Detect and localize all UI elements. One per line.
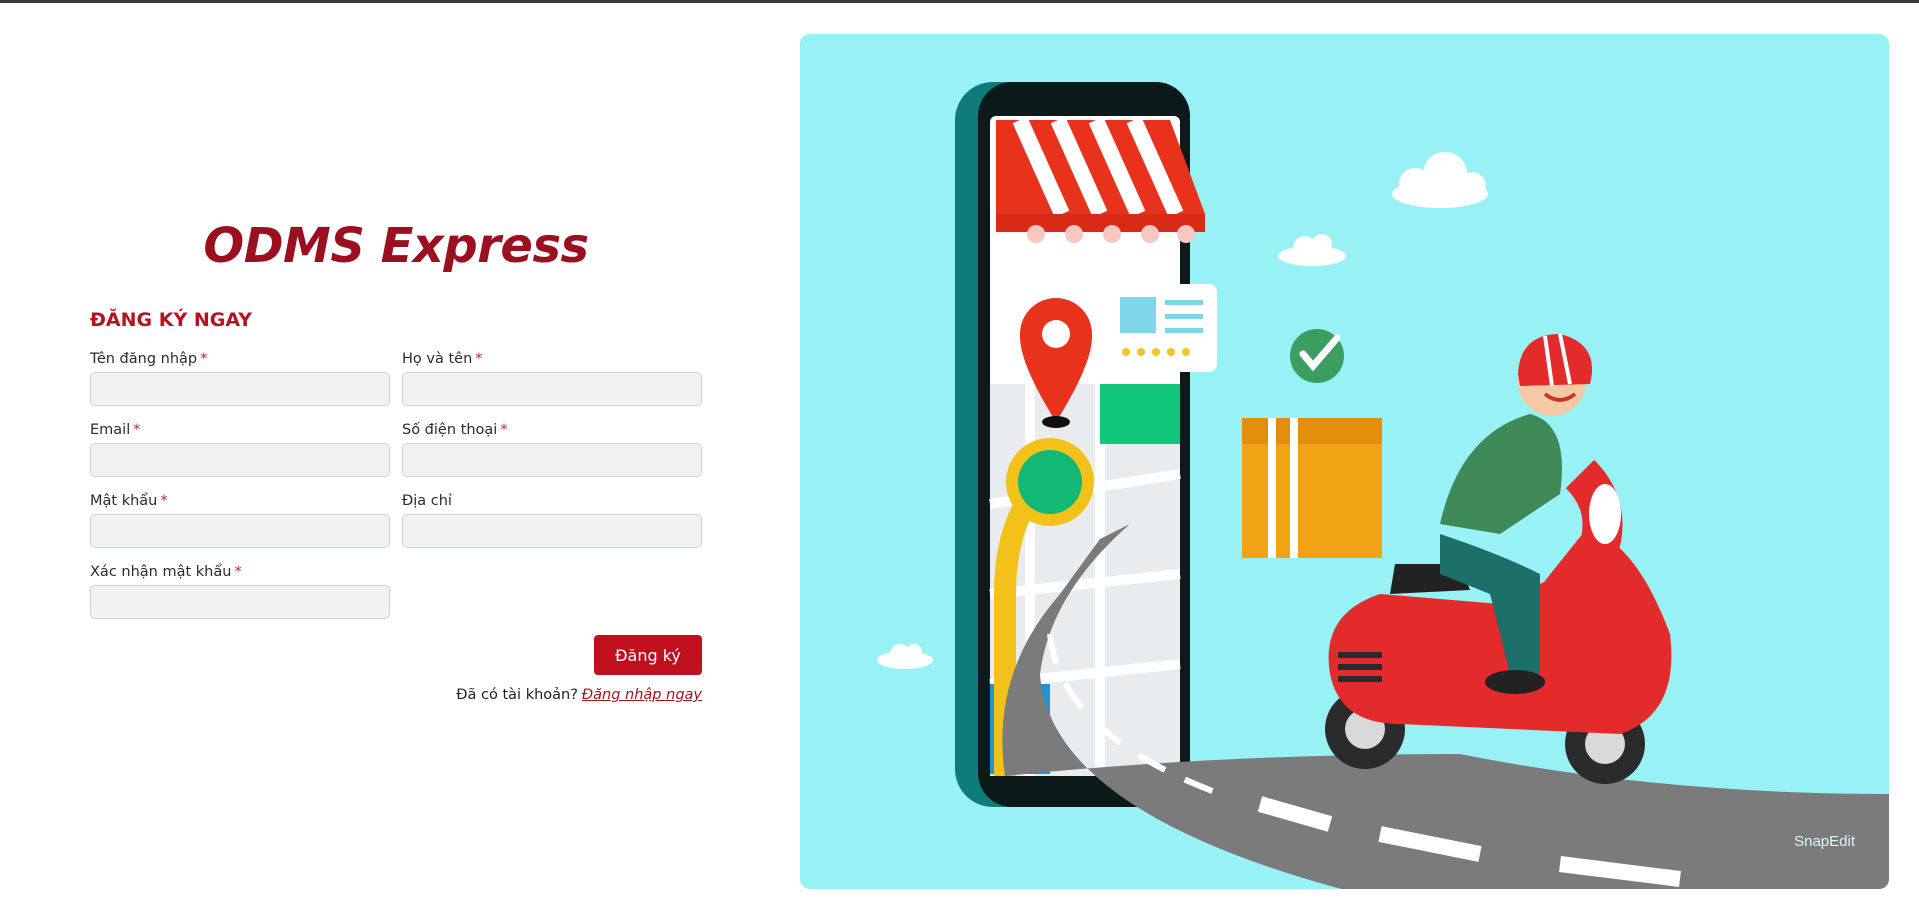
phone-label: Số điện thoại * bbox=[402, 422, 508, 438]
password-label: Mật khẩu * bbox=[90, 493, 168, 509]
watermark-text: SnapEdit bbox=[1794, 833, 1856, 850]
fullname-input[interactable] bbox=[402, 372, 702, 406]
hero-illustration: SnapEdit bbox=[800, 34, 1889, 889]
delivery-scooter-icon bbox=[1325, 333, 1672, 784]
login-prompt: Đã có tài khoản? bbox=[456, 687, 578, 703]
address-field-group: Địa chỉ bbox=[402, 491, 702, 548]
username-label: Tên đăng nhập * bbox=[90, 351, 208, 367]
required-mark: * bbox=[475, 351, 483, 367]
address-input[interactable] bbox=[402, 514, 702, 548]
required-mark: * bbox=[133, 422, 141, 438]
brand-title: ODMS Express bbox=[203, 218, 589, 274]
confirm-password-input[interactable] bbox=[90, 585, 390, 619]
login-prompt-line: Đã có tài khoản? Đăng nhập ngay bbox=[90, 687, 702, 703]
required-mark: * bbox=[500, 422, 508, 438]
email-field-group: Email * bbox=[90, 420, 390, 477]
email-label: Email * bbox=[90, 422, 141, 438]
login-link[interactable]: Đăng nhập ngay bbox=[582, 687, 702, 703]
required-mark: * bbox=[234, 564, 242, 580]
form-actions: Đăng ký bbox=[90, 635, 702, 675]
register-button[interactable]: Đăng ký bbox=[594, 635, 702, 675]
product-card-icon bbox=[1107, 284, 1217, 372]
checkmark-badge-icon bbox=[1290, 329, 1344, 383]
username-field-group: Tên đăng nhập * bbox=[90, 349, 390, 406]
required-mark: * bbox=[200, 351, 208, 367]
email-input[interactable] bbox=[90, 443, 390, 477]
phone-field-group: Số điện thoại * bbox=[402, 420, 702, 477]
fullname-field-group: Họ và tên * bbox=[402, 349, 702, 406]
address-label: Địa chỉ bbox=[402, 493, 452, 509]
confirm-password-field-group: Xác nhận mật khẩu * bbox=[90, 562, 390, 619]
register-form: Tên đăng nhập * Họ và tên * Email * Số điện… bbox=[90, 349, 702, 619]
username-input[interactable] bbox=[90, 372, 390, 406]
phone-input[interactable] bbox=[402, 443, 702, 477]
delivery-illustration: SnapEdit bbox=[877, 82, 1889, 889]
required-mark: * bbox=[160, 493, 168, 509]
confirm-password-label: Xác nhận mật khẩu * bbox=[90, 564, 242, 580]
package-box-icon bbox=[1242, 418, 1382, 558]
form-heading: ĐĂNG KÝ NGAY bbox=[90, 309, 252, 331]
password-input[interactable] bbox=[90, 514, 390, 548]
register-panel: ODMS Express ĐĂNG KÝ NGAY Tên đăng nhập *… bbox=[90, 215, 702, 703]
fullname-label: Họ và tên * bbox=[402, 351, 483, 367]
top-border bbox=[0, 0, 1919, 3]
shop-awning-icon bbox=[996, 116, 1205, 243]
smartphone-icon bbox=[955, 82, 1205, 807]
password-field-group: Mật khẩu * bbox=[90, 491, 390, 548]
